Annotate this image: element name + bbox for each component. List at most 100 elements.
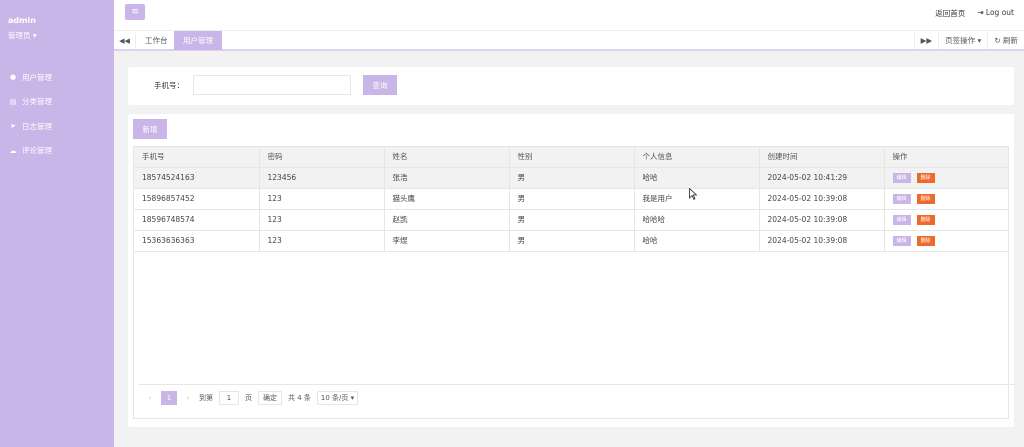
created-cell: 2024-05-02 10:39:08 [759,188,885,210]
comment-icon: ☁ [9,146,17,155]
created-cell: 2024-05-02 10:39:08 [759,209,885,231]
name-cell: 张浩 [384,167,510,189]
user-info: admin 管理员 ▾ [0,0,114,41]
header-actions: 返回首页 ⇥ Log out [935,8,1014,19]
table-row[interactable]: 18574524163 123456 张浩 男 哈哈 2024-05-02 10… [134,167,1009,189]
next-page-button[interactable]: › [183,394,193,402]
actions-cell: 编辑 删除 [884,167,1009,189]
edit-button[interactable]: 编辑 [892,194,911,204]
sidebar-item-label: 用户管理 [22,72,52,82]
column-header[interactable]: 个人信息 [634,147,760,168]
delete-button[interactable]: 删除 [916,173,935,183]
edit-button[interactable]: 编辑 [892,215,911,225]
created-cell: 2024-05-02 10:41:29 [759,167,885,189]
table-row[interactable]: 15896857452 123 猫头鹰 男 我是用户 2024-05-02 10… [134,188,1009,210]
table-row[interactable]: 15363636363 123 李煜 男 哈哈 2024-05-02 10:39… [134,230,1009,252]
logout-button[interactable]: ⇥ Log out [977,8,1014,19]
goto-confirm-button[interactable]: 确定 [258,390,282,405]
delete-button[interactable]: 删除 [916,194,935,204]
password-cell: 123 [259,209,385,231]
phone-cell: 15363636363 [134,230,260,252]
table-row[interactable]: 18596748574 123 赵凯 男 哈哈哈 2024-05-02 10:3… [134,209,1009,231]
password-cell: 123 [259,230,385,252]
actions-cell: 编辑 删除 [884,188,1009,210]
username: admin [8,16,36,25]
info-cell: 哈哈哈 [634,209,760,231]
page-size-select[interactable]: 10 条/页 ▾ [316,390,359,405]
edit-button[interactable]: 编辑 [892,173,911,183]
actions-cell: 编辑 删除 [884,209,1009,231]
column-header[interactable]: 创建时间 [759,147,885,168]
delete-button[interactable]: 删除 [916,236,935,246]
gender-cell: 男 [509,230,635,252]
tab-user-management[interactable]: 用户管理 [174,31,222,50]
menu-toggle-button[interactable]: ≡ [125,4,145,20]
phone-cell: 18574524163 [134,167,260,189]
password-cell: 123456 [259,167,385,189]
name-cell: 猫头鹰 [384,188,510,210]
sidebar: admin 管理员 ▾ ● 用户管理 ▤ 分类管理 ➤ 日志管理 ☁ 评论管理 [0,0,114,447]
tab-workbench[interactable]: 工作台 [136,31,177,50]
caret-down-icon: ▾ [350,393,355,402]
prev-page-button[interactable]: ‹ [145,394,155,402]
sidebar-menu: ● 用户管理 ▤ 分类管理 ➤ 日志管理 ☁ 评论管理 [0,65,114,163]
send-icon: ➤ [10,122,16,131]
search-button[interactable]: 查询 [363,75,397,95]
name-cell: 李煜 [384,230,510,252]
sidebar-item-label: 分类管理 [22,97,52,107]
page-unit-label: 页 [245,393,252,402]
name-cell: 赵凯 [384,209,510,231]
sidebar-item-users[interactable]: ● 用户管理 [0,65,114,90]
double-right-icon: ▶▶ [920,36,933,45]
sidebar-item-label: 日志管理 [22,121,52,131]
page-ops-dropdown[interactable]: 页签操作 ▾ [938,31,987,50]
refresh-icon: ↻ [994,36,1001,45]
double-left-icon: ◀◀ [119,36,130,45]
home-link[interactable]: 返回首页 [935,8,965,19]
search-panel: 手机号： 查询 [128,67,1014,105]
delete-button[interactable]: 删除 [916,215,935,225]
goto-page-input[interactable]: 1 [219,390,239,405]
phone-label: 手机号： [154,81,184,90]
mouse-cursor-icon [689,188,697,200]
column-header[interactable]: 密码 [259,147,385,168]
table-panel: 新增 手机号 密码 姓名 性别 个人信息 创建时间 操作 18574524163… [128,114,1015,427]
list-icon: ▤ [9,97,17,106]
column-header: 操作 [884,147,1009,168]
total-count: 共 4 条 [288,393,311,402]
add-button[interactable]: 新增 [133,119,167,139]
logout-icon: ⇥ [977,8,984,17]
edit-button[interactable]: 编辑 [892,236,911,246]
sidebar-item-categories[interactable]: ▤ 分类管理 [0,90,114,115]
top-header: ≡ 返回首页 ⇥ Log out [114,0,1024,30]
pagination: ‹ 1 › 到第 1 页 确定 共 4 条 10 条/页 ▾ [139,384,1015,410]
table-header-row: 手机号 密码 姓名 性别 个人信息 创建时间 操作 [134,147,1009,168]
sidebar-item-logs[interactable]: ➤ 日志管理 [0,114,114,139]
refresh-button[interactable]: ↻ 刷新 [987,31,1024,50]
data-table: 手机号 密码 姓名 性别 个人信息 创建时间 操作 18574524163 12… [133,146,1015,419]
column-header[interactable]: 手机号 [134,147,260,168]
column-header[interactable]: 性别 [509,147,635,168]
actions-cell: 编辑 删除 [884,230,1009,252]
created-cell: 2024-05-02 10:39:08 [759,230,885,252]
gender-cell: 男 [509,188,635,210]
user-role-dropdown[interactable]: 管理员 ▾ [8,30,114,41]
phone-search-input[interactable] [193,75,351,95]
sidebar-item-comments[interactable]: ☁ 评论管理 [0,139,114,164]
phone-cell: 15896857452 [134,188,260,210]
page-number-current[interactable]: 1 [161,390,177,405]
tab-bar: ◀◀ 工作台 用户管理 ▶▶ 页签操作 ▾ ↻ 刷新 [114,30,1024,51]
password-cell: 123 [259,188,385,210]
user-icon: ● [9,73,17,82]
caret-down-icon: ▾ [32,31,37,40]
phone-cell: 18596748574 [134,209,260,231]
tabs-next-button[interactable]: ▶▶ [913,31,939,50]
caret-down-icon: ▾ [977,36,982,45]
goto-label: 到第 [199,393,213,402]
tab-tools: ▶▶ 页签操作 ▾ ↻ 刷新 [913,31,1024,50]
column-header[interactable]: 姓名 [384,147,510,168]
hamburger-icon: ≡ [131,7,139,17]
gender-cell: 男 [509,167,635,189]
tabs-prev-button[interactable]: ◀◀ [114,31,136,50]
gender-cell: 男 [509,209,635,231]
